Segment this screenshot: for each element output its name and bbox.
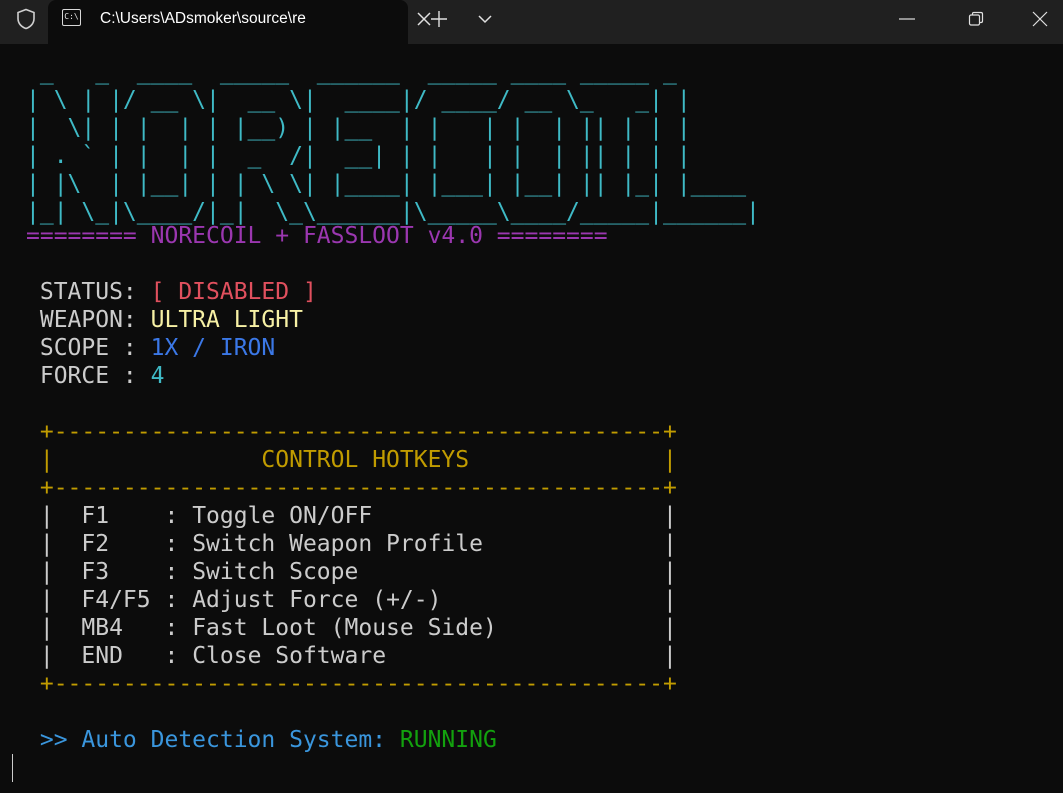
- scope-value: 1X / IRON: [150, 335, 276, 361]
- hotkey-sep: :: [164, 559, 193, 585]
- chevron-down-icon[interactable]: [470, 4, 500, 34]
- hotkey-key: F3: [81, 559, 110, 585]
- terminal-window: C:\ C:\Users\ADsmoker\source\re _ _ ____…: [0, 0, 1063, 793]
- box-edge: |: [26, 447, 54, 473]
- box-edge: |: [663, 531, 677, 557]
- tab-terminal[interactable]: C:\ C:\Users\ADsmoker\source\re: [48, 0, 431, 44]
- hotkeys-header-line: | CONTROL HOTKEYS |: [26, 446, 677, 474]
- weapon-value: ULTRA LIGHT: [150, 307, 303, 333]
- banner-line: | . ` | | | | _ /| __| | | | | | || | | …: [26, 143, 691, 169]
- hotkey-row: | END : Close Software |: [26, 642, 677, 670]
- box-edge: |: [26, 559, 82, 585]
- hotkey-action: Adjust Force (+/-): [192, 587, 442, 613]
- box-edge: |: [26, 643, 82, 669]
- plus-icon[interactable]: [424, 4, 454, 34]
- hotkey-sep: :: [164, 587, 193, 613]
- hotkey-key: F2: [81, 531, 110, 557]
- hotkey-key: END: [81, 643, 123, 669]
- restore-icon[interactable]: [953, 0, 999, 38]
- hotkey-key: MB4: [81, 615, 123, 641]
- banner-line: | |\ | |__| | | \ \| |____| |___| |__| |…: [26, 171, 747, 197]
- weapon-label: WEAPON:: [26, 307, 151, 333]
- box-edge: |: [663, 615, 677, 641]
- pad: [151, 587, 165, 613]
- hotkey-row: | F4/F5 : Adjust Force (+/-) |: [26, 586, 677, 614]
- close-icon[interactable]: [1017, 0, 1063, 38]
- pad: [372, 503, 663, 529]
- hotkey-row: | F2 : Switch Weapon Profile |: [26, 530, 677, 558]
- title-bar: C:\ C:\Users\ADsmoker\source\re: [0, 0, 1063, 44]
- pad: [109, 503, 164, 529]
- hotkeys-border-mid: +---------------------------------------…: [26, 475, 677, 501]
- hotkey-row: | F3 : Switch Scope |: [26, 558, 677, 586]
- weapon-line: WEAPON: ULTRA LIGHT: [26, 306, 303, 334]
- pad: [109, 559, 164, 585]
- pad: [497, 615, 663, 641]
- detection-label: >> Auto Detection System:: [26, 727, 400, 753]
- minimize-icon[interactable]: [884, 0, 930, 38]
- pad: [54, 447, 262, 473]
- pad: [441, 587, 663, 613]
- hotkey-key: F1: [81, 503, 110, 529]
- detection-status: RUNNING: [399, 727, 497, 753]
- box-edge: |: [663, 447, 677, 473]
- hotkeys-header: CONTROL HOTKEYS: [261, 447, 470, 473]
- box-edge: |: [26, 531, 82, 557]
- banner-line: | \| | | | | |__) | |__ | | | | | || | |…: [26, 115, 691, 141]
- hotkey-action: Fast Loot (Mouse Side): [192, 615, 497, 641]
- status-label: STATUS:: [26, 279, 151, 305]
- scope-label: SCOPE :: [26, 335, 151, 361]
- text-cursor: [12, 754, 13, 782]
- hotkey-sep: :: [164, 531, 193, 557]
- terminal-icon: C:\: [62, 9, 81, 26]
- box-edge: |: [663, 643, 677, 669]
- banner-subtitle: ======== NORECOIL + FASSLOOT v4.0 ======…: [26, 223, 608, 249]
- hotkey-action: Toggle ON/OFF: [192, 503, 373, 529]
- hotkey-sep: :: [164, 615, 193, 641]
- hotkey-action: Close Software: [192, 643, 387, 669]
- hotkey-row: | MB4 : Fast Loot (Mouse Side) |: [26, 614, 677, 642]
- hotkey-sep: :: [164, 503, 193, 529]
- shield-icon[interactable]: [8, 4, 44, 34]
- hotkey-sep: :: [164, 643, 193, 669]
- pad: [123, 643, 165, 669]
- hotkey-action: Switch Scope: [192, 559, 359, 585]
- pad: [109, 531, 164, 557]
- force-value: 4: [150, 363, 165, 389]
- status-value: [ DISABLED ]: [150, 279, 317, 305]
- banner-line: | \ | |/ __ \| __ \| ____|/ ____/ __ \_ …: [26, 87, 691, 113]
- pad: [358, 559, 663, 585]
- box-edge: |: [663, 503, 677, 529]
- hotkey-row: | F1 : Toggle ON/OFF |: [26, 502, 677, 530]
- pad: [386, 643, 663, 669]
- pad: [469, 447, 663, 473]
- force-label: FORCE :: [26, 363, 151, 389]
- status-line: STATUS: [ DISABLED ]: [26, 278, 317, 306]
- hotkeys-border-bottom: +---------------------------------------…: [26, 671, 677, 697]
- hotkey-key: F4/F5: [81, 587, 151, 613]
- terminal-output[interactable]: _ _ ____ _____ ______ _____ ____ _____ _…: [0, 48, 1063, 793]
- hotkey-action: Switch Weapon Profile: [192, 531, 483, 557]
- scope-line: SCOPE : 1X / IRON: [26, 334, 275, 362]
- box-edge: |: [26, 503, 82, 529]
- tab-title: C:\Users\ADsmoker\source\re: [100, 10, 306, 27]
- box-edge: |: [26, 615, 82, 641]
- pad: [483, 531, 663, 557]
- box-edge: |: [663, 587, 677, 613]
- box-edge: |: [26, 587, 82, 613]
- pad: [123, 615, 165, 641]
- force-line: FORCE : 4: [26, 362, 165, 390]
- banner-line: _ _ ____ _____ ______ _____ ____ _____ _: [26, 59, 677, 85]
- detection-line: >> Auto Detection System: RUNNING: [26, 726, 497, 754]
- hotkeys-border-top: +---------------------------------------…: [26, 419, 677, 445]
- box-edge: |: [663, 559, 677, 585]
